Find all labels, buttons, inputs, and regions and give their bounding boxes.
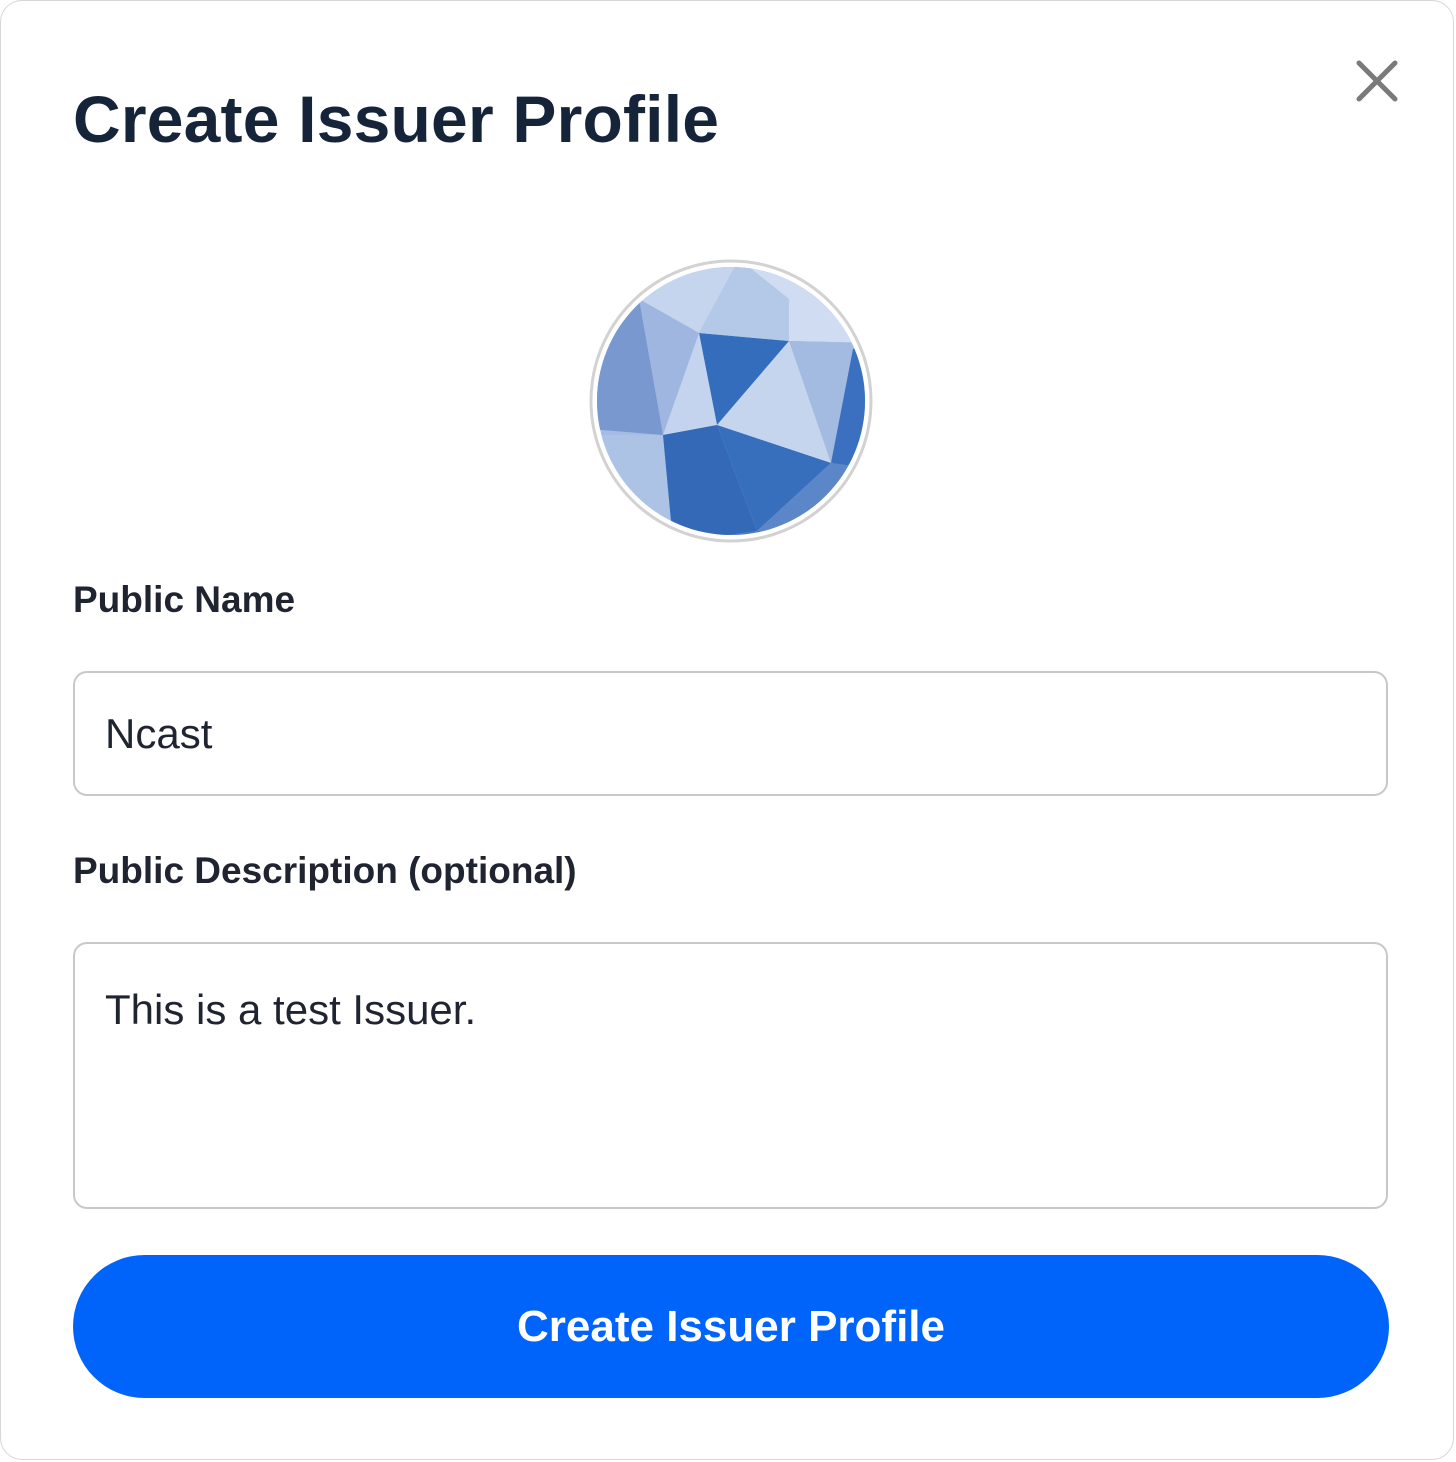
close-button[interactable] (1349, 53, 1405, 109)
public-name-label: Public Name (73, 579, 296, 620)
public-description-label: Public Description (optional) (73, 850, 577, 891)
public-description-textarea[interactable]: This is a test Issuer. (73, 942, 1388, 1209)
geometric-avatar-icon[interactable] (589, 259, 873, 543)
create-issuer-profile-modal: Create Issuer Profile Public Name Ncast … (0, 0, 1454, 1460)
modal-title: Create Issuer Profile (73, 82, 720, 156)
public-name-input[interactable] (73, 671, 1388, 796)
create-issuer-profile-button[interactable]: Create Issuer Profile (73, 1255, 1389, 1398)
close-icon (1356, 60, 1398, 102)
